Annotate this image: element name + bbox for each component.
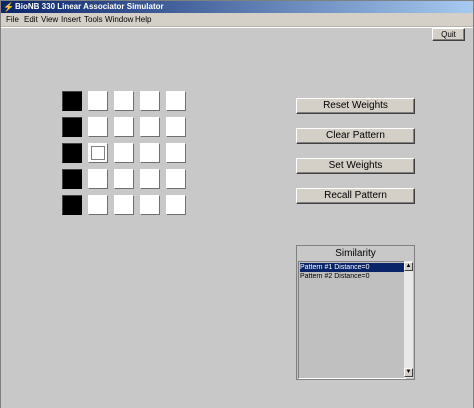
title-bar[interactable]: ⚡ BioNB 330 Linear Associator Simulator	[1, 1, 473, 13]
grid-cell-r2-c3[interactable]	[114, 117, 134, 137]
grid-cell-r2-c1[interactable]	[62, 117, 82, 137]
grid-cell-r5-c1[interactable]	[62, 195, 82, 215]
window-title: BioNB 330 Linear Associator Simulator	[15, 2, 164, 11]
grid-cell-r4-c5[interactable]	[166, 169, 186, 189]
scroll-down-arrow-icon[interactable]: ▼	[404, 368, 413, 377]
similarity-item-1[interactable]: Pattern #1 Distance=0	[300, 263, 404, 272]
grid-cell-r1-c1[interactable]	[62, 91, 82, 111]
similarity-scrollbar[interactable]: ▲ ▼	[404, 261, 413, 378]
menu-insert[interactable]: Insert	[61, 13, 81, 26]
grid-cell-r4-c1[interactable]	[62, 169, 82, 189]
grid-cell-r1-c4[interactable]	[140, 91, 160, 111]
similarity-panel: Similarity Pattern #1 Distance=0 Pattern…	[296, 245, 415, 380]
clear-pattern-button[interactable]: Clear Pattern	[296, 128, 415, 144]
grid-cell-r3-c1[interactable]	[62, 143, 82, 163]
reset-weights-button[interactable]: Reset Weights	[296, 98, 415, 114]
matlab-logo-icon: ⚡	[3, 2, 15, 12]
set-weights-button[interactable]: Set Weights	[296, 158, 415, 174]
grid-cell-r4-c4[interactable]	[140, 169, 160, 189]
grid-cell-r4-c2[interactable]	[88, 169, 108, 189]
app-window: ⚡ BioNB 330 Linear Associator Simulator …	[0, 0, 474, 408]
grid-cell-r3-c4[interactable]	[140, 143, 160, 163]
grid-cell-r4-c3[interactable]	[114, 169, 134, 189]
scroll-up-arrow-icon[interactable]: ▲	[404, 262, 413, 271]
similarity-title: Similarity	[297, 246, 414, 261]
similarity-listbox[interactable]: Pattern #1 Distance=0 Pattern #2 Distanc…	[298, 261, 406, 379]
menu-tools[interactable]: Tools	[84, 13, 103, 26]
grid-cell-r3-c3[interactable]	[114, 143, 134, 163]
grid-cell-r5-c2[interactable]	[88, 195, 108, 215]
menu-help[interactable]: Help	[135, 13, 151, 26]
menu-view[interactable]: View	[41, 13, 58, 26]
grid-cell-r1-c2[interactable]	[88, 91, 108, 111]
grid-cell-r3-c2[interactable]	[88, 143, 108, 163]
grid-cell-r2-c5[interactable]	[166, 117, 186, 137]
menu-window[interactable]: Window	[105, 13, 133, 26]
grid-cell-r5-c5[interactable]	[166, 195, 186, 215]
grid-cell-r5-c3[interactable]	[114, 195, 134, 215]
similarity-item-2[interactable]: Pattern #2 Distance=0	[300, 272, 404, 281]
grid-cell-r3-c5[interactable]	[166, 143, 186, 163]
grid-cell-r1-c5[interactable]	[166, 91, 186, 111]
grid-cell-r1-c3[interactable]	[114, 91, 134, 111]
menu-bar: File Edit View Insert Tools Window Help	[1, 13, 473, 27]
recall-pattern-button[interactable]: Recall Pattern	[296, 188, 415, 204]
quit-button[interactable]: Quit	[432, 28, 465, 41]
grid-cell-r2-c2[interactable]	[88, 117, 108, 137]
grid-cell-r2-c4[interactable]	[140, 117, 160, 137]
menu-edit[interactable]: Edit	[24, 13, 38, 26]
grid-cell-r5-c4[interactable]	[140, 195, 160, 215]
menu-file[interactable]: File	[6, 13, 19, 26]
